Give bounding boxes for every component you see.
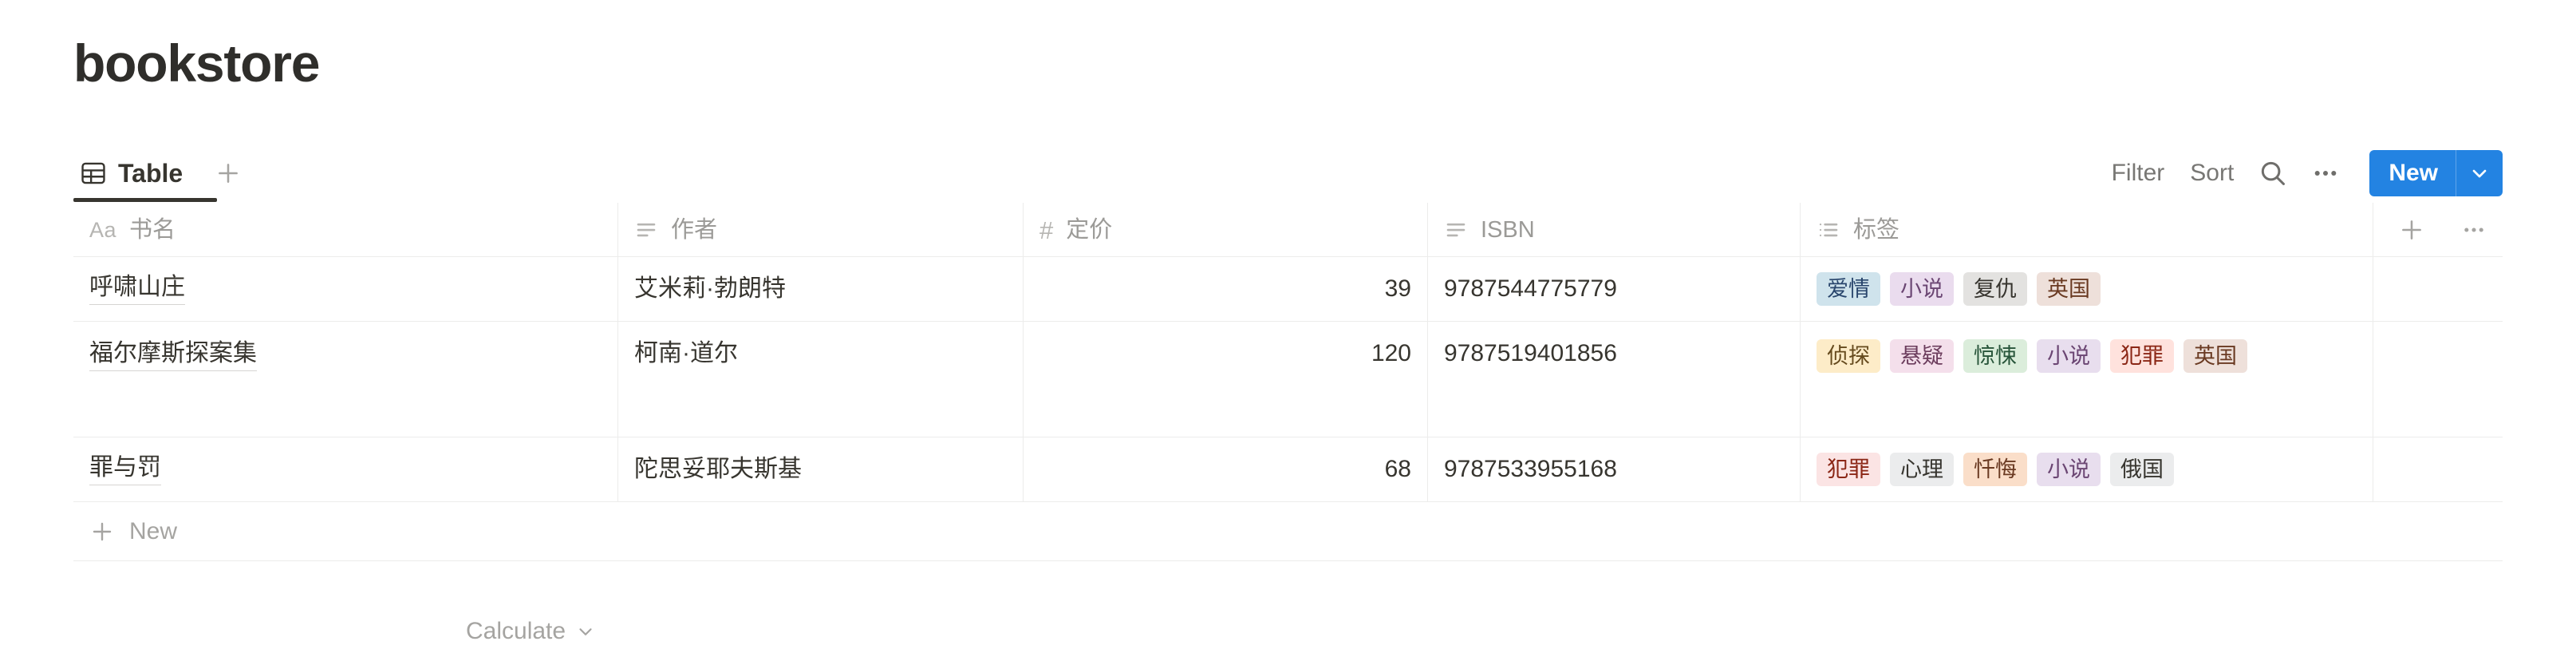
notion-database-page: bookstore Table Filter Sort New Aa 书名 作者… bbox=[0, 0, 2576, 661]
tag-chip[interactable]: 爱情 bbox=[1817, 272, 1880, 306]
text-lines-icon bbox=[634, 218, 658, 242]
new-button-label: New bbox=[2389, 160, 2438, 186]
row-title-link[interactable]: 罪与罚 bbox=[89, 453, 161, 485]
chevron-down-icon bbox=[575, 621, 596, 642]
calculate-button[interactable]: Calculate bbox=[466, 618, 596, 645]
new-row-label: New bbox=[129, 517, 178, 544]
tag-list: 犯罪 心理 忏悔 小说 俄国 bbox=[1817, 453, 2357, 486]
table-row[interactable]: 福尔摩斯探案集 柯南·道尔 120 9787519401856 侦探 悬疑 惊悚 小说… bbox=[73, 322, 2503, 437]
table-icon bbox=[80, 160, 107, 187]
aa-icon: Aa bbox=[89, 217, 117, 242]
filter-button[interactable]: Filter bbox=[2099, 160, 2178, 187]
cell-price-value: 120 bbox=[1371, 340, 1411, 366]
tag-chip[interactable]: 小说 bbox=[2037, 453, 2101, 486]
view-tabs: Table bbox=[73, 148, 247, 198]
view-tools: Filter Sort New bbox=[2099, 148, 2503, 198]
cell-price-value: 39 bbox=[1384, 275, 1411, 302]
tag-chip[interactable]: 犯罪 bbox=[2110, 339, 2174, 373]
cell-row-actions bbox=[2373, 322, 2503, 437]
table-row[interactable]: 罪与罚 陀思妥耶夫斯基 68 9787533955168 犯罪 心理 忏悔 小说 俄国 bbox=[73, 437, 2503, 502]
tab-table[interactable]: Table bbox=[73, 148, 189, 198]
tag-chip[interactable]: 惊悚 bbox=[1963, 339, 2027, 373]
tag-chip[interactable]: 小说 bbox=[1890, 272, 1954, 306]
hash-icon: # bbox=[1039, 216, 1054, 244]
active-tab-underline bbox=[73, 198, 217, 202]
list-icon bbox=[1817, 218, 1840, 242]
cell-isbn-value: 9787533955168 bbox=[1444, 456, 1617, 482]
row-title-link[interactable]: 福尔摩斯探案集 bbox=[89, 339, 257, 371]
search-icon[interactable] bbox=[2251, 152, 2294, 195]
cell-price[interactable]: 68 bbox=[1024, 437, 1428, 501]
cell-author[interactable]: 陀思妥耶夫斯基 bbox=[618, 437, 1024, 501]
tag-chip[interactable]: 英国 bbox=[2037, 272, 2101, 306]
tag-chip[interactable]: 心理 bbox=[1890, 453, 1954, 486]
cell-isbn[interactable]: 9787544775779 bbox=[1428, 257, 1801, 321]
calculate-label: Calculate bbox=[466, 618, 566, 644]
cell-isbn-value: 9787544775779 bbox=[1444, 275, 1617, 302]
tag-chip[interactable]: 俄国 bbox=[2110, 453, 2174, 486]
column-header-isbn-label: ISBN bbox=[1481, 216, 1535, 243]
cell-isbn[interactable]: 9787519401856 bbox=[1428, 322, 1801, 437]
plus-icon bbox=[89, 519, 115, 544]
cell-title[interactable]: 罪与罚 bbox=[73, 437, 618, 501]
column-header-price[interactable]: # 定价 bbox=[1024, 203, 1428, 257]
tag-chip[interactable]: 忏悔 bbox=[1963, 453, 2027, 486]
text-lines-icon bbox=[1444, 218, 1468, 242]
tag-list: 侦探 悬疑 惊悚 小说 犯罪 英国 bbox=[1817, 339, 2357, 373]
cell-tags[interactable]: 爱情 小说 复仇 英国 bbox=[1801, 257, 2373, 321]
cell-isbn[interactable]: 9787533955168 bbox=[1428, 437, 1801, 501]
column-header-tags-label: 标签 bbox=[1853, 216, 1900, 243]
column-header-isbn[interactable]: ISBN bbox=[1428, 203, 1801, 257]
cell-price-value: 68 bbox=[1384, 456, 1411, 482]
tag-chip[interactable]: 复仇 bbox=[1963, 272, 2027, 306]
page-title: bookstore bbox=[73, 34, 320, 93]
cell-title[interactable]: 福尔摩斯探案集 bbox=[73, 322, 618, 437]
table-footer: Calculate bbox=[73, 604, 2503, 659]
tag-list: 爱情 小说 复仇 英国 bbox=[1817, 272, 2357, 306]
row-title-link[interactable]: 呼啸山庄 bbox=[89, 273, 185, 305]
column-header-author[interactable]: 作者 bbox=[618, 203, 1024, 257]
tag-chip[interactable]: 悬疑 bbox=[1890, 339, 1954, 373]
new-row-button[interactable]: New bbox=[73, 502, 2503, 561]
tag-chip[interactable]: 英国 bbox=[2183, 339, 2247, 373]
table-row[interactable]: 呼啸山庄 艾米莉·勃朗特 39 9787544775779 爱情 小说 复仇 英国 bbox=[73, 257, 2503, 322]
cell-author-value: 艾米莉·勃朗特 bbox=[634, 275, 786, 302]
tab-table-label: Table bbox=[118, 159, 183, 188]
column-header-actions bbox=[2373, 203, 2503, 257]
cell-row-actions bbox=[2373, 257, 2503, 321]
add-column-icon[interactable] bbox=[2394, 212, 2429, 247]
cell-price[interactable]: 39 bbox=[1024, 257, 1428, 321]
column-header-title[interactable]: Aa 书名 bbox=[73, 203, 618, 257]
cell-tags[interactable]: 侦探 悬疑 惊悚 小说 犯罪 英国 bbox=[1801, 322, 2373, 437]
column-header-tags[interactable]: 标签 bbox=[1801, 203, 2373, 257]
add-view-button[interactable] bbox=[210, 155, 247, 192]
new-button[interactable]: New bbox=[2369, 150, 2503, 196]
cell-title[interactable]: 呼啸山庄 bbox=[73, 257, 618, 321]
view-toolbar: Table Filter Sort New bbox=[73, 148, 2503, 203]
cell-isbn-value: 9787519401856 bbox=[1444, 340, 1617, 366]
cell-row-actions bbox=[2373, 437, 2503, 501]
cell-author[interactable]: 柯南·道尔 bbox=[618, 322, 1024, 437]
chevron-down-icon[interactable] bbox=[2456, 150, 2503, 196]
cell-author[interactable]: 艾米莉·勃朗特 bbox=[618, 257, 1024, 321]
column-header-price-label: 定价 bbox=[1066, 216, 1113, 243]
column-header-title-label: 书名 bbox=[129, 216, 176, 243]
table-header-row: Aa 书名 作者 # 定价 ISBN 标签 bbox=[73, 203, 2503, 257]
cell-author-value: 陀思妥耶夫斯基 bbox=[634, 456, 802, 482]
cell-price[interactable]: 120 bbox=[1024, 322, 1428, 437]
cell-tags[interactable]: 犯罪 心理 忏悔 小说 俄国 bbox=[1801, 437, 2373, 501]
database-table: Aa 书名 作者 # 定价 ISBN 标签 呼啸山庄 艾米莉·勃朗特 39 97… bbox=[73, 203, 2503, 561]
tag-chip[interactable]: 犯罪 bbox=[1817, 453, 1880, 486]
cell-author-value: 柯南·道尔 bbox=[634, 340, 738, 366]
column-header-author-label: 作者 bbox=[671, 216, 718, 243]
tag-chip[interactable]: 侦探 bbox=[1817, 339, 1880, 373]
column-options-icon[interactable] bbox=[2456, 212, 2491, 247]
sort-button[interactable]: Sort bbox=[2177, 160, 2247, 187]
tag-chip[interactable]: 小说 bbox=[2037, 339, 2101, 373]
ellipsis-icon[interactable] bbox=[2304, 152, 2347, 195]
